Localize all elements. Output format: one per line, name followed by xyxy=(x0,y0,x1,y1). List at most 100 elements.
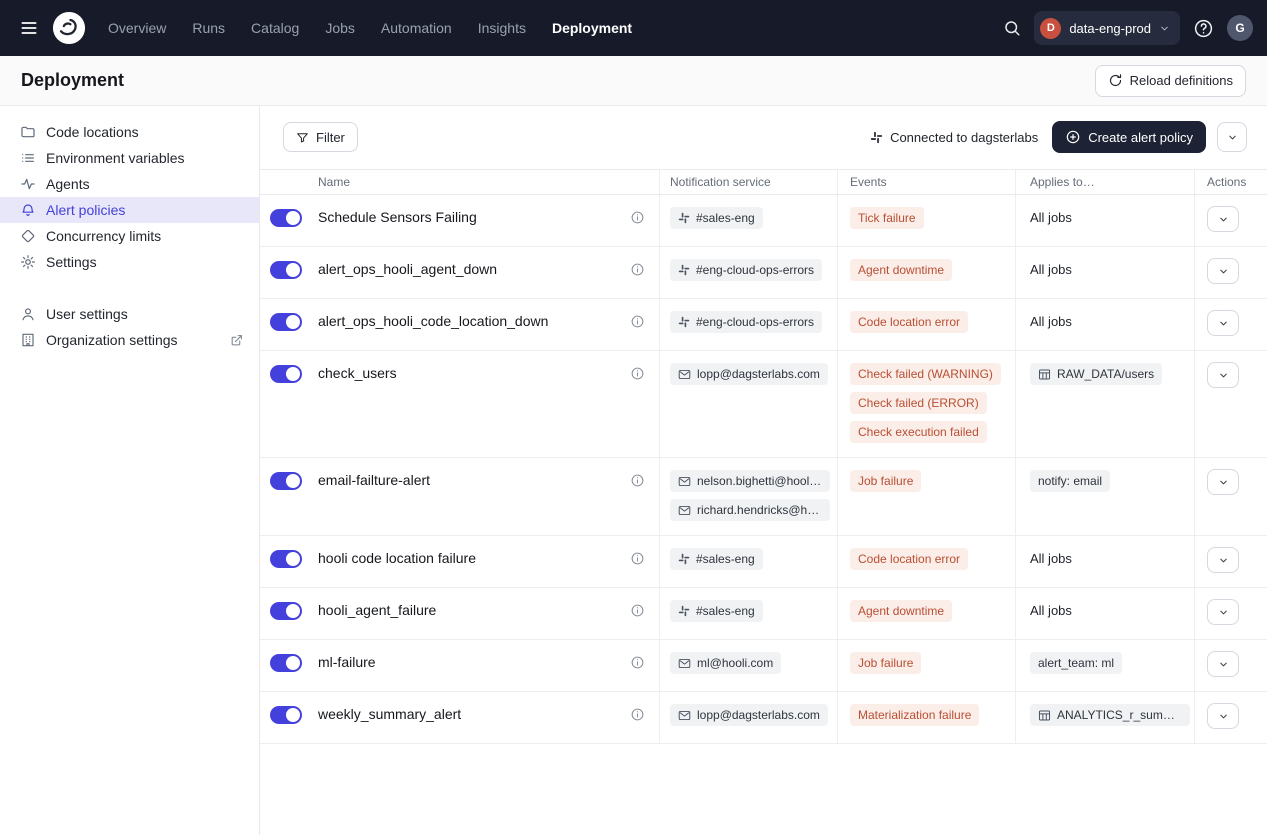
slack-icon xyxy=(678,264,690,276)
enable-toggle[interactable] xyxy=(270,209,302,227)
nav-item-automation[interactable]: Automation xyxy=(381,20,452,36)
gear-icon xyxy=(20,254,36,270)
chevron-down-icon xyxy=(1218,370,1229,381)
info-icon[interactable] xyxy=(630,314,645,329)
reload-definitions-button[interactable]: Reload definitions xyxy=(1095,65,1246,97)
create-alert-policy-button[interactable]: Create alert policy xyxy=(1052,121,1206,153)
applies-to-label: alert_team: ml xyxy=(1038,656,1114,670)
enable-toggle[interactable] xyxy=(270,654,302,672)
email-icon xyxy=(678,709,691,722)
info-icon[interactable] xyxy=(630,551,645,566)
nav-item-deployment[interactable]: Deployment xyxy=(552,20,632,36)
deployment-badge: D xyxy=(1040,18,1061,39)
enable-toggle[interactable] xyxy=(270,706,302,724)
chevron-down-icon xyxy=(1159,23,1170,34)
table-row: Schedule Sensors Failing #sales-eng Tick f… xyxy=(260,195,1267,247)
sidebar-item-concurrency-limits[interactable]: Concurrency limits xyxy=(0,223,259,249)
help-icon[interactable] xyxy=(1193,18,1214,39)
event-label: Materialization failure xyxy=(858,708,971,722)
applies-to-cell: alert_team: ml xyxy=(1016,640,1195,691)
notification-label: #sales-eng xyxy=(696,211,755,225)
nav-item-overview[interactable]: Overview xyxy=(108,20,166,36)
sidebar-item-environment-variables[interactable]: Environment variables xyxy=(0,145,259,171)
policy-name: check_users xyxy=(318,365,397,381)
filter-button[interactable]: Filter xyxy=(283,122,358,152)
toggle-cell xyxy=(260,692,310,743)
row-actions-button[interactable] xyxy=(1207,362,1239,388)
create-policy-menu-button[interactable] xyxy=(1217,122,1247,152)
row-actions-button[interactable] xyxy=(1207,547,1239,573)
row-actions-button[interactable] xyxy=(1207,651,1239,677)
toggle-knob xyxy=(286,708,300,722)
table-row: email-failture-alertnelson.bighetti@hool… xyxy=(260,458,1267,536)
enable-toggle[interactable] xyxy=(270,365,302,383)
table-header-row: Name Notification service Events Applies… xyxy=(260,169,1267,195)
row-actions-button[interactable] xyxy=(1207,258,1239,284)
dagster-logo[interactable] xyxy=(52,11,86,45)
sidebar-item-code-locations[interactable]: Code locations xyxy=(0,119,259,145)
toggle-knob xyxy=(286,604,300,618)
row-actions-button[interactable] xyxy=(1207,599,1239,625)
sidebar-item-agents[interactable]: Agents xyxy=(0,171,259,197)
info-icon[interactable] xyxy=(630,210,645,225)
table-row: hooli_agent_failure#sales-engAgent downt… xyxy=(260,588,1267,640)
notification-label: richard.hendricks@hooli… xyxy=(697,503,822,517)
enable-toggle[interactable] xyxy=(270,472,302,490)
info-icon[interactable] xyxy=(630,366,645,381)
applies-to-cell: All jobs xyxy=(1016,247,1195,298)
notification-cell: lopp@dagsterlabs.com xyxy=(660,351,838,457)
event-label: Job failure xyxy=(858,474,913,488)
primary-nav: Overview Runs Catalog Jobs Automation In… xyxy=(108,20,632,36)
sidebar-item-alert-policies[interactable]: Alert policies xyxy=(0,197,259,223)
enable-toggle[interactable] xyxy=(270,261,302,279)
sidebar-item-settings[interactable]: Settings xyxy=(0,249,259,275)
nav-item-runs[interactable]: Runs xyxy=(192,20,225,36)
notification-label: #sales-eng xyxy=(696,552,755,566)
name-cell: email-failture-alert xyxy=(310,458,660,535)
row-actions-button[interactable] xyxy=(1207,703,1239,729)
nav-item-insights[interactable]: Insights xyxy=(478,20,526,36)
enable-toggle[interactable] xyxy=(270,602,302,620)
slack-connection-label: Connected to dagsterlabs xyxy=(890,130,1038,145)
name-cell: Schedule Sensors Failing xyxy=(310,195,660,246)
actions-cell xyxy=(1195,195,1267,246)
email-icon xyxy=(678,368,691,381)
deployment-switcher[interactable]: D data-eng-prod xyxy=(1034,11,1180,45)
nav-item-jobs[interactable]: Jobs xyxy=(325,20,355,36)
chevron-down-icon xyxy=(1218,214,1229,225)
table-row: ml-failureml@hooli.comJob failurealert_t… xyxy=(260,640,1267,692)
events-cell: Code location error xyxy=(838,299,1016,350)
notification-tag: lopp@dagsterlabs.com xyxy=(670,704,828,726)
name-cell: check_users xyxy=(310,351,660,457)
info-icon[interactable] xyxy=(630,262,645,277)
table-row: check_userslopp@dagsterlabs.comCheck fai… xyxy=(260,351,1267,458)
building-icon xyxy=(20,332,36,348)
chevron-down-icon xyxy=(1218,266,1229,277)
event-tag: Agent downtime xyxy=(850,259,952,281)
chevron-down-icon xyxy=(1218,607,1229,618)
event-label: Job failure xyxy=(858,656,913,670)
agent-icon xyxy=(20,176,36,192)
event-tag: Tick failure xyxy=(850,207,924,229)
toggle-cell xyxy=(260,640,310,691)
info-icon[interactable] xyxy=(630,655,645,670)
row-actions-button[interactable] xyxy=(1207,469,1239,495)
nav-item-catalog[interactable]: Catalog xyxy=(251,20,299,36)
user-avatar[interactable]: G xyxy=(1227,15,1253,41)
row-actions-button[interactable] xyxy=(1207,206,1239,232)
toggle-cell xyxy=(260,351,310,457)
notification-tag: richard.hendricks@hooli… xyxy=(670,499,830,521)
event-label: Code location error xyxy=(858,552,960,566)
info-icon[interactable] xyxy=(630,603,645,618)
create-alert-policy-label: Create alert policy xyxy=(1088,130,1193,145)
menu-icon[interactable] xyxy=(14,13,44,43)
enable-toggle[interactable] xyxy=(270,550,302,568)
sidebar-item-user-settings[interactable]: User settings xyxy=(0,301,259,327)
search-icon[interactable] xyxy=(1003,19,1021,37)
page-title: Deployment xyxy=(21,70,124,91)
info-icon[interactable] xyxy=(630,707,645,722)
row-actions-button[interactable] xyxy=(1207,310,1239,336)
sidebar-item-organization-settings[interactable]: Organization settings xyxy=(0,327,259,353)
info-icon[interactable] xyxy=(630,473,645,488)
enable-toggle[interactable] xyxy=(270,313,302,331)
